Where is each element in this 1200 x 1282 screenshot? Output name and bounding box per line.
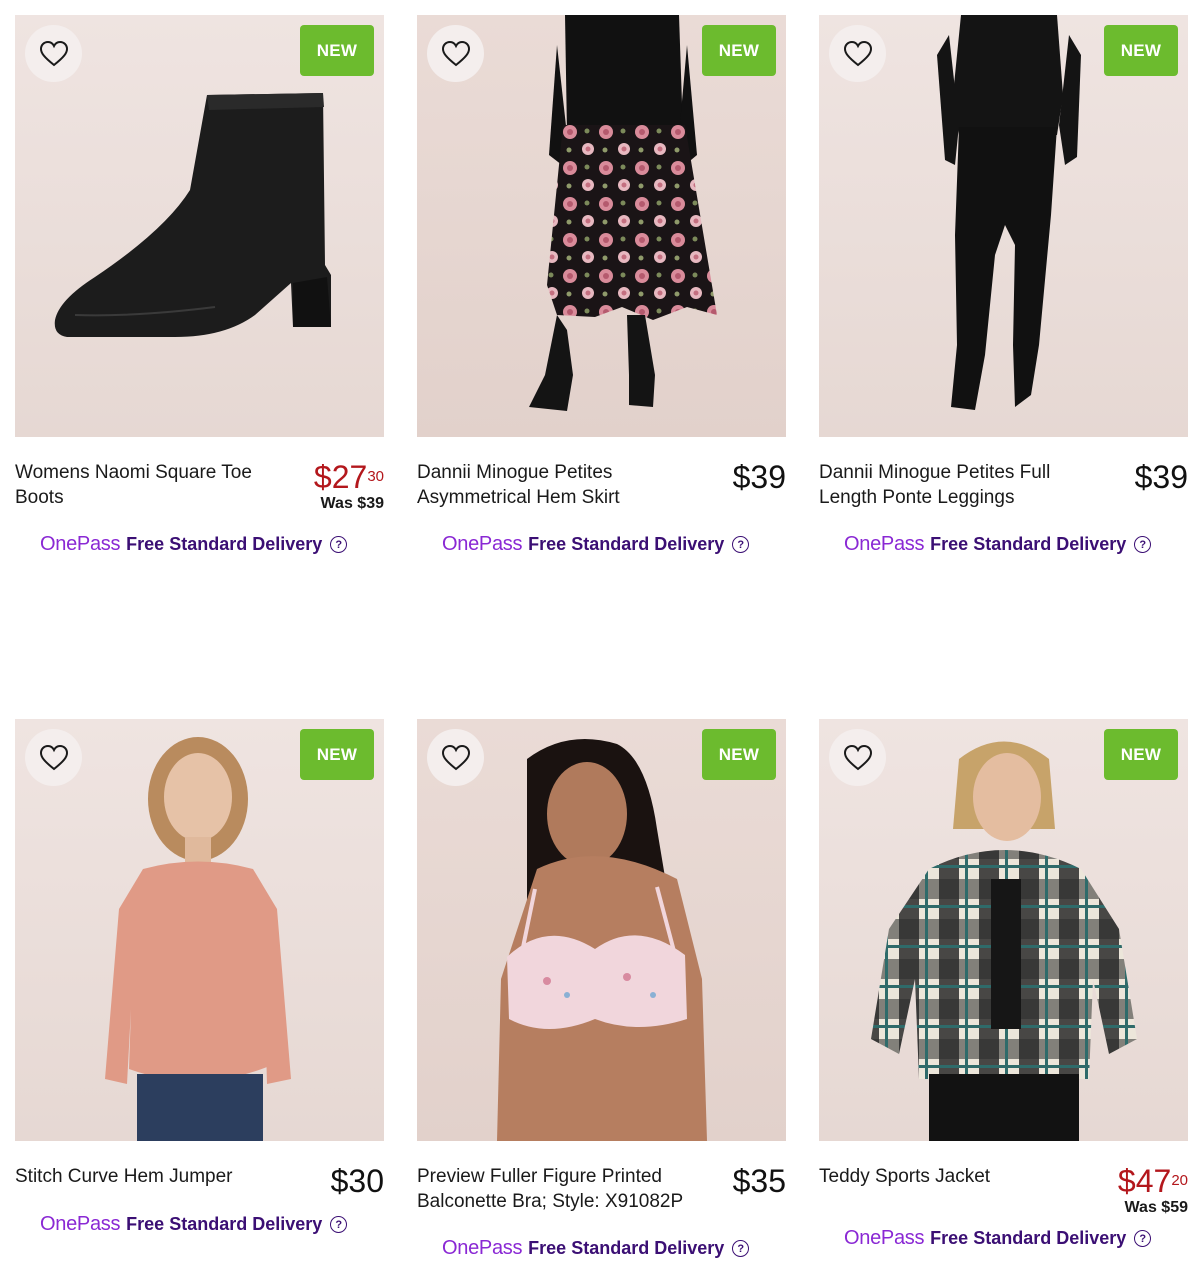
product-card[interactable]: NEW Dannii Minogue Petites Asymmetrical … (417, 15, 786, 556)
favourite-button[interactable] (829, 729, 886, 786)
product-title[interactable]: Womens Naomi Square Toe Boots (15, 461, 285, 510)
price-dollars: $35 (732, 1163, 786, 1199)
new-badge: NEW (300, 729, 374, 780)
delivery-text: Free Standard Delivery (126, 1214, 323, 1234)
product-card[interactable]: NEW Preview Fuller Figure Printed Balcon… (417, 719, 786, 1260)
leggings-photo (937, 15, 1081, 410)
product-image[interactable]: NEW (15, 15, 384, 437)
delivery-text: Free Standard Delivery (528, 534, 725, 554)
product-card[interactable]: NEW Womens Naomi Square Toe Boots $2730 … (15, 15, 384, 556)
product-card[interactable]: NEW Dannii Minogue Petites Full Length P… (819, 15, 1188, 556)
onepass-logo: OnePass (844, 1227, 925, 1249)
onepass-logo: OnePass (844, 533, 925, 555)
heart-icon (39, 40, 68, 66)
help-icon[interactable]: ? (330, 1216, 348, 1233)
product-price: $35 (733, 1165, 786, 1197)
boot-photo (54, 93, 331, 337)
new-badge: NEW (702, 729, 776, 780)
favourite-button[interactable] (427, 25, 484, 82)
help-icon[interactable]: ? (1134, 536, 1152, 553)
product-image[interactable]: NEW (417, 719, 786, 1141)
new-badge: NEW (1104, 729, 1178, 780)
product-card[interactable]: NEW Stitch Curve Hem Jumper $30 OnePass … (15, 719, 384, 1236)
product-price: $39 (733, 461, 786, 493)
bra-photo (497, 739, 707, 1141)
price-cents: 30 (367, 468, 384, 485)
product-image[interactable]: NEW (417, 15, 786, 437)
onepass-logo: OnePass (442, 533, 523, 555)
jumper-photo (105, 737, 291, 1141)
onepass-logo: OnePass (40, 533, 121, 555)
onepass-delivery: OnePass Free Standard Delivery ? (417, 533, 786, 556)
help-icon[interactable]: ? (1134, 1230, 1152, 1247)
price-dollars: $47 (1117, 1163, 1172, 1199)
onepass-delivery: OnePass Free Standard Delivery ? (417, 1237, 786, 1260)
onepass-delivery: OnePass Free Standard Delivery ? (819, 1227, 1188, 1250)
product-price: $39 (1135, 461, 1188, 493)
heart-icon (441, 40, 470, 66)
product-card[interactable]: NEW Teddy Sports Jacket $4720 Was $59 On… (819, 719, 1188, 1250)
was-price: Was $39 (320, 495, 384, 512)
product-title[interactable]: Stitch Curve Hem Jumper (15, 1165, 285, 1190)
favourite-button[interactable] (829, 25, 886, 82)
new-badge: NEW (702, 25, 776, 76)
onepass-delivery: OnePass Free Standard Delivery ? (15, 533, 384, 556)
onepass-logo: OnePass (442, 1237, 523, 1259)
help-icon[interactable]: ? (330, 536, 348, 553)
product-price: $2730 (314, 461, 384, 493)
product-title[interactable]: Dannii Minogue Petites Asymmetrical Hem … (417, 461, 687, 510)
product-title[interactable]: Preview Fuller Figure Printed Balconette… (417, 1165, 687, 1214)
favourite-button[interactable] (25, 25, 82, 82)
product-price: $4720 (1118, 1165, 1188, 1197)
heart-icon (39, 744, 68, 770)
product-image[interactable]: NEW (819, 719, 1188, 1141)
new-badge: NEW (300, 25, 374, 76)
heart-icon (843, 744, 872, 770)
product-image[interactable]: NEW (819, 15, 1188, 437)
favourite-button[interactable] (427, 729, 484, 786)
price-cents: 20 (1171, 1172, 1188, 1189)
price-dollars: $27 (313, 459, 368, 495)
product-image[interactable]: NEW (15, 719, 384, 1141)
product-price: $30 (331, 1165, 384, 1197)
product-title[interactable]: Teddy Sports Jacket (819, 1165, 1089, 1190)
heart-icon (441, 744, 470, 770)
skirt-photo (529, 15, 717, 411)
help-icon[interactable]: ? (732, 1240, 750, 1257)
heart-icon (843, 40, 872, 66)
price-dollars: $39 (732, 459, 786, 495)
onepass-delivery: OnePass Free Standard Delivery ? (819, 533, 1188, 556)
favourite-button[interactable] (25, 729, 82, 786)
help-icon[interactable]: ? (732, 536, 750, 553)
product-title[interactable]: Dannii Minogue Petites Full Length Ponte… (819, 461, 1089, 510)
new-badge: NEW (1104, 25, 1178, 76)
price-dollars: $39 (1134, 459, 1188, 495)
delivery-text: Free Standard Delivery (930, 534, 1127, 554)
delivery-text: Free Standard Delivery (528, 1238, 725, 1258)
jacket-photo (871, 741, 1137, 1141)
price-dollars: $30 (330, 1163, 384, 1199)
delivery-text: Free Standard Delivery (126, 534, 323, 554)
was-price: Was $59 (1124, 1199, 1188, 1216)
delivery-text: Free Standard Delivery (930, 1228, 1127, 1248)
